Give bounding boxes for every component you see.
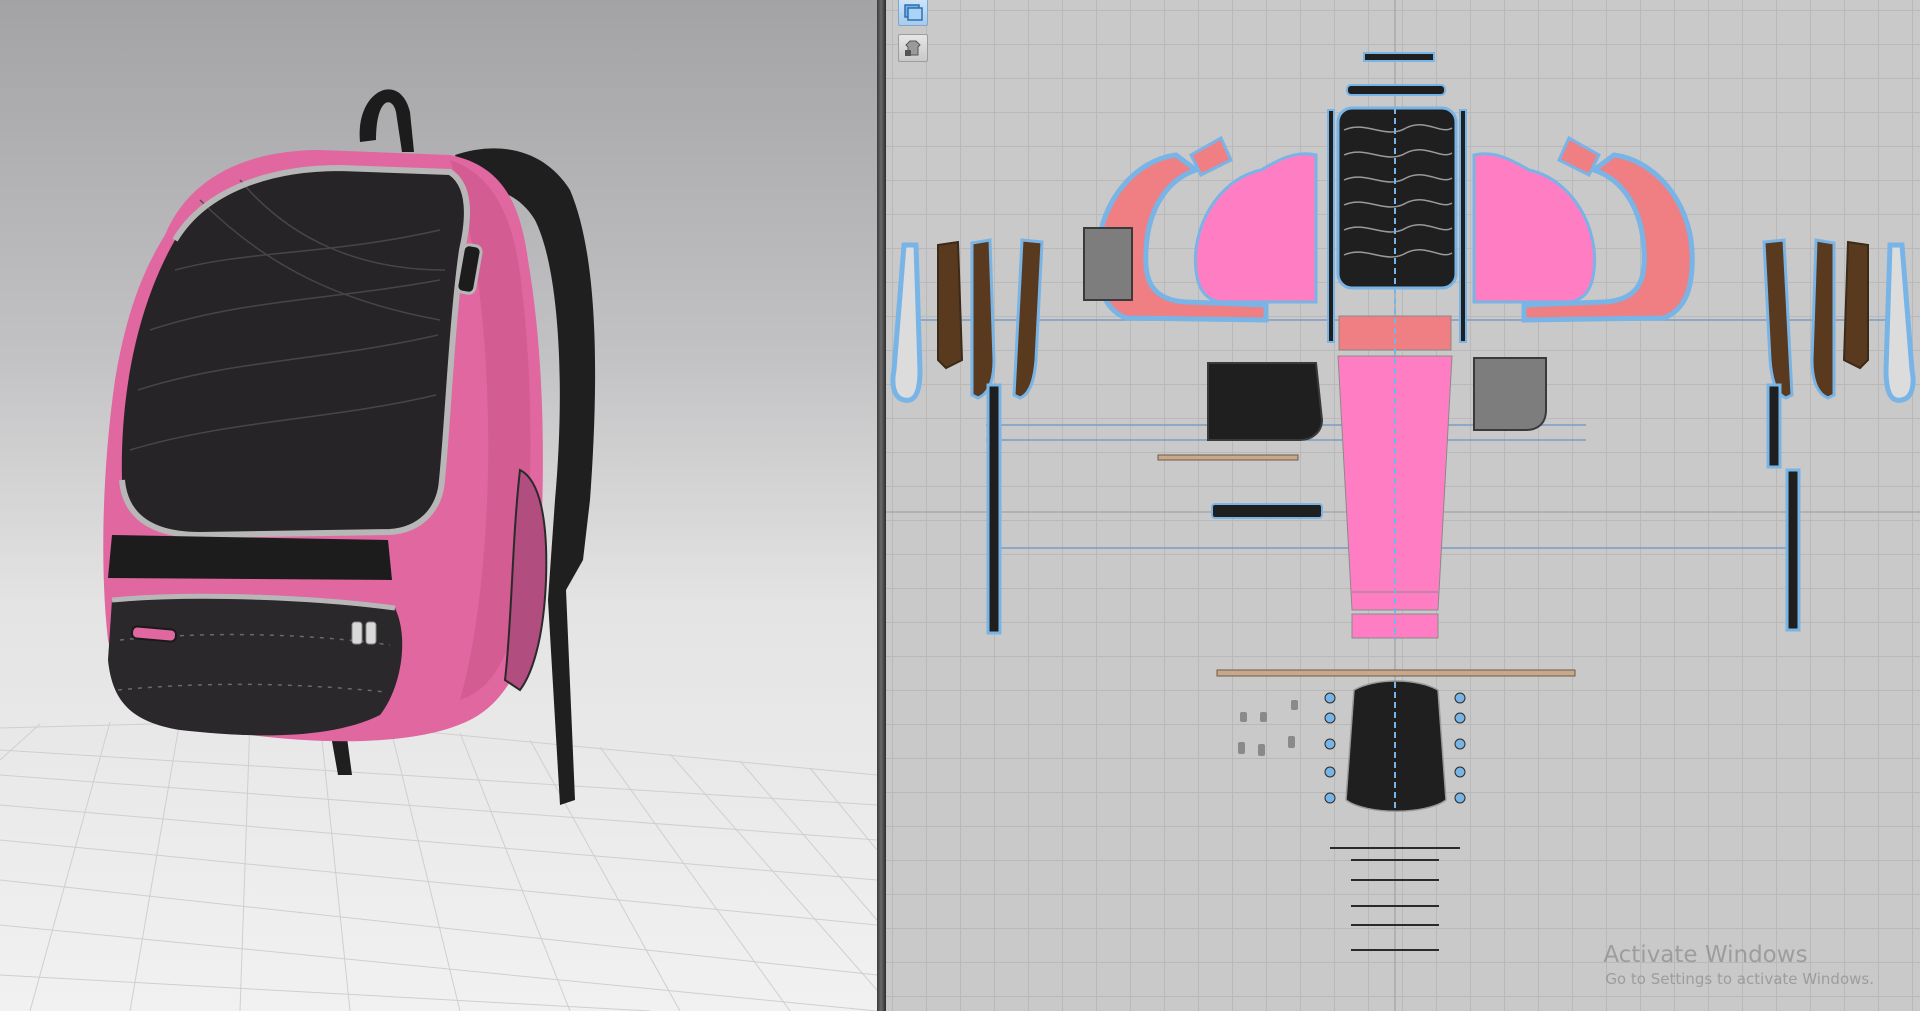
pattern-piece[interactable] <box>1336 106 1458 290</box>
viewport-3d[interactable] <box>0 0 877 1011</box>
pattern-piece[interactable] <box>1216 669 1576 677</box>
top-handle <box>359 89 414 152</box>
show-3d-garment-icon <box>904 4 923 21</box>
pattern-piece[interactable] <box>1207 362 1324 441</box>
show-3d-garment-button[interactable] <box>898 0 928 26</box>
pattern-piece[interactable] <box>1473 357 1547 431</box>
viewport-splitter[interactable] <box>877 0 886 1011</box>
lock-garment-button[interactable] <box>898 34 928 62</box>
pattern-canvas[interactable] <box>886 0 1920 1011</box>
floor-grid <box>0 718 877 1011</box>
pattern-piece[interactable] <box>1363 52 1435 62</box>
pattern-piece[interactable] <box>1472 135 1695 323</box>
pattern-piece[interactable] <box>1762 238 1916 632</box>
viewport-3d-canvas[interactable] <box>0 0 877 1011</box>
pattern-piece[interactable] <box>1211 503 1323 519</box>
viewport-2d-pattern[interactable]: Activate Windows Go to Settings to activ… <box>886 0 1920 1011</box>
backpack-model[interactable] <box>103 89 596 805</box>
pattern-piece[interactable] <box>1157 454 1299 461</box>
bottom-pocket <box>108 596 403 736</box>
middle-band <box>108 535 392 580</box>
pattern-piece[interactable] <box>1083 227 1133 301</box>
pattern-piece[interactable] <box>890 238 1044 635</box>
locked-garment-icon <box>905 40 921 56</box>
pattern-piece[interactable] <box>1346 84 1446 96</box>
clo3d-workspace: Activate Windows Go to Settings to activ… <box>0 0 1920 1011</box>
